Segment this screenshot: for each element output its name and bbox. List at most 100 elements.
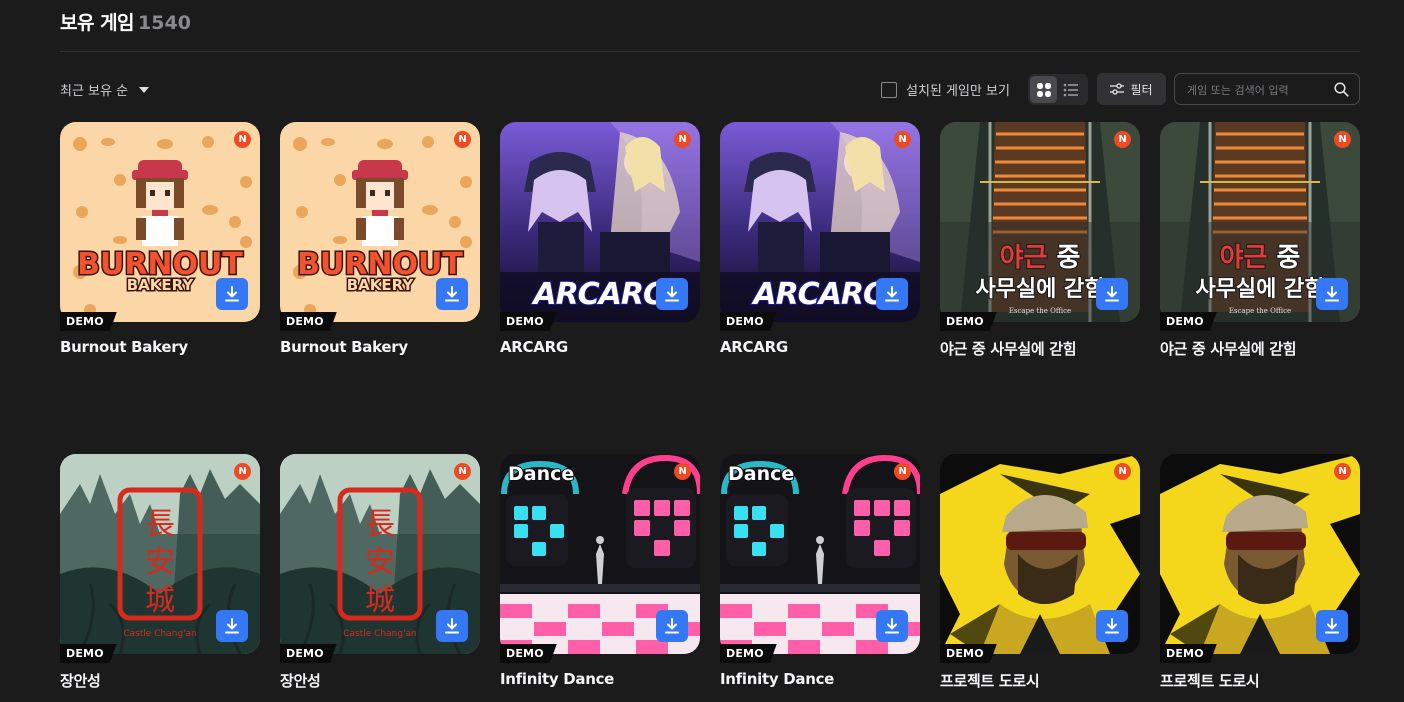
svg-text:Dance: Dance <box>508 463 574 485</box>
download-button[interactable] <box>436 278 468 310</box>
download-button[interactable] <box>216 278 248 310</box>
game-card[interactable]: 長 安 城 Castle Chang'an N DEMO 장안성 <box>280 454 480 694</box>
download-icon <box>885 618 899 634</box>
new-badge: N <box>674 463 691 480</box>
new-badge: N <box>674 131 691 148</box>
game-card[interactable]: N DEMO 프로젝트 도로시 <box>940 454 1140 694</box>
game-thumbnail[interactable]: 長 安 城 Castle Chang'an N <box>280 454 480 654</box>
sort-dropdown[interactable]: 최근 보유 순 <box>60 80 150 99</box>
game-card[interactable]: Dance N DEMO Infinity Dance <box>720 454 920 694</box>
download-button[interactable] <box>1316 278 1348 310</box>
filter-button[interactable]: 필터 <box>1097 73 1166 105</box>
game-card[interactable]: BURNOUT BAKERY N DEMO Burnout Bakery <box>280 122 480 362</box>
game-thumbnail[interactable]: BURNOUT BAKERY N <box>60 122 260 322</box>
svg-text:사무실에 갇힘: 사무실에 갇힘 <box>975 277 1104 302</box>
page-header: 보유 게임 1540 <box>60 8 1360 52</box>
svg-text:야근 중: 야근 중 <box>1000 243 1081 273</box>
game-title[interactable]: 프로젝트 도로시 <box>1160 670 1260 691</box>
download-icon <box>1105 286 1119 302</box>
svg-text:Escape the Office: Escape the Office <box>1009 307 1071 315</box>
search-box <box>1174 73 1360 105</box>
game-card[interactable]: ARCARG N DEMO ARCARG <box>500 122 700 362</box>
sort-label: 최근 보유 순 <box>60 84 129 99</box>
game-thumbnail[interactable]: N <box>940 454 1140 654</box>
game-title[interactable]: 야근 중 사무실에 갇힘 <box>1160 338 1297 359</box>
game-thumbnail[interactable]: 야근 중 사무실에 갇힘 Escape the Office N <box>940 122 1140 322</box>
download-button[interactable] <box>876 610 908 642</box>
demo-badge: DEMO <box>1160 312 1217 331</box>
list-view-button[interactable] <box>1057 76 1084 103</box>
new-badge: N <box>894 463 911 480</box>
svg-text:長: 長 <box>145 507 175 542</box>
new-badge: N <box>1114 463 1131 480</box>
demo-badge: DEMO <box>280 644 337 663</box>
game-thumbnail[interactable]: BURNOUT BAKERY N <box>280 122 480 322</box>
new-badge: N <box>1334 463 1351 480</box>
game-card[interactable]: 야근 중 사무실에 갇힘 Escape the Office N DEMO 야근 중… <box>1160 122 1360 362</box>
game-card[interactable]: N DEMO 프로젝트 도로시 <box>1160 454 1360 694</box>
game-title[interactable]: Burnout Bakery <box>60 338 188 356</box>
download-icon <box>1325 286 1339 302</box>
demo-badge: DEMO <box>720 644 777 663</box>
game-title[interactable]: Infinity Dance <box>500 670 614 688</box>
download-icon <box>1325 618 1339 634</box>
svg-text:Dance: Dance <box>728 463 794 485</box>
new-badge: N <box>234 463 251 480</box>
demo-badge: DEMO <box>500 644 557 663</box>
search-input[interactable] <box>1187 81 1327 99</box>
game-title[interactable]: 장안성 <box>280 670 321 691</box>
download-icon <box>225 618 239 634</box>
game-thumbnail[interactable]: N <box>1160 454 1360 654</box>
svg-text:Castle Chang'an: Castle Chang'an <box>123 629 197 639</box>
download-button[interactable] <box>876 278 908 310</box>
sliders-icon <box>1110 83 1125 95</box>
download-button[interactable] <box>436 610 468 642</box>
game-title[interactable]: 장안성 <box>60 670 101 691</box>
download-icon <box>225 286 239 302</box>
caret-down-icon <box>139 86 150 93</box>
download-icon <box>445 618 459 634</box>
game-thumbnail[interactable]: Dance N <box>720 454 920 654</box>
game-thumbnail[interactable]: Dance N <box>500 454 700 654</box>
svg-text:安: 安 <box>365 545 395 580</box>
game-thumbnail[interactable]: 야근 중 사무실에 갇힘 Escape the Office N <box>1160 122 1360 322</box>
search-icon[interactable] <box>1334 82 1349 97</box>
game-card[interactable]: ARCARG N DEMO ARCARG <box>720 122 920 362</box>
download-icon <box>665 286 679 302</box>
toolbar: 최근 보유 순 설치된 게임만 보기 필터 게임 또는 검색어 입력 <box>60 73 1360 106</box>
game-card[interactable]: BURNOUT BAKERY N DEMO Burnout Bakery <box>60 122 260 362</box>
download-button[interactable] <box>656 610 688 642</box>
game-title[interactable]: Infinity Dance <box>720 670 834 688</box>
game-title[interactable]: Burnout Bakery <box>280 338 408 356</box>
game-thumbnail[interactable]: 長 安 城 Castle Chang'an N <box>60 454 260 654</box>
game-count: 1540 <box>138 12 191 34</box>
game-title[interactable]: 야근 중 사무실에 갇힘 <box>940 338 1077 359</box>
svg-text:BAKERY: BAKERY <box>127 276 195 294</box>
installed-only-checkbox[interactable]: 설치된 게임만 보기 <box>881 80 1010 99</box>
game-title[interactable]: 프로젝트 도로시 <box>940 670 1040 691</box>
demo-badge: DEMO <box>720 312 777 331</box>
download-button[interactable] <box>1096 278 1128 310</box>
game-card[interactable]: 長 安 城 Castle Chang'an N DEMO 장안성 <box>60 454 260 694</box>
new-badge: N <box>234 131 251 148</box>
game-card[interactable]: 야근 중 사무실에 갇힘 Escape the Office N DEMO 야근 중… <box>940 122 1140 362</box>
game-thumbnail[interactable]: ARCARG N <box>500 122 700 322</box>
download-icon <box>885 286 899 302</box>
page-title: 보유 게임 <box>60 12 135 34</box>
demo-badge: DEMO <box>940 644 997 663</box>
game-title[interactable]: ARCARG <box>500 338 568 356</box>
installed-only-label: 설치된 게임만 보기 <box>906 84 1010 99</box>
download-button[interactable] <box>1096 610 1128 642</box>
game-card[interactable]: Dance N DEMO Infinity Dance <box>500 454 700 694</box>
view-toggle <box>1028 74 1088 105</box>
new-badge: N <box>454 131 471 148</box>
checkbox-box[interactable] <box>881 81 897 98</box>
download-button[interactable] <box>656 278 688 310</box>
download-button[interactable] <box>216 610 248 642</box>
grid-view-button[interactable] <box>1030 76 1057 103</box>
svg-text:사무실에 갇힘: 사무실에 갇힘 <box>1195 277 1324 302</box>
new-badge: N <box>1114 131 1131 148</box>
download-button[interactable] <box>1316 610 1348 642</box>
game-title[interactable]: ARCARG <box>720 338 788 356</box>
game-thumbnail[interactable]: ARCARG N <box>720 122 920 322</box>
